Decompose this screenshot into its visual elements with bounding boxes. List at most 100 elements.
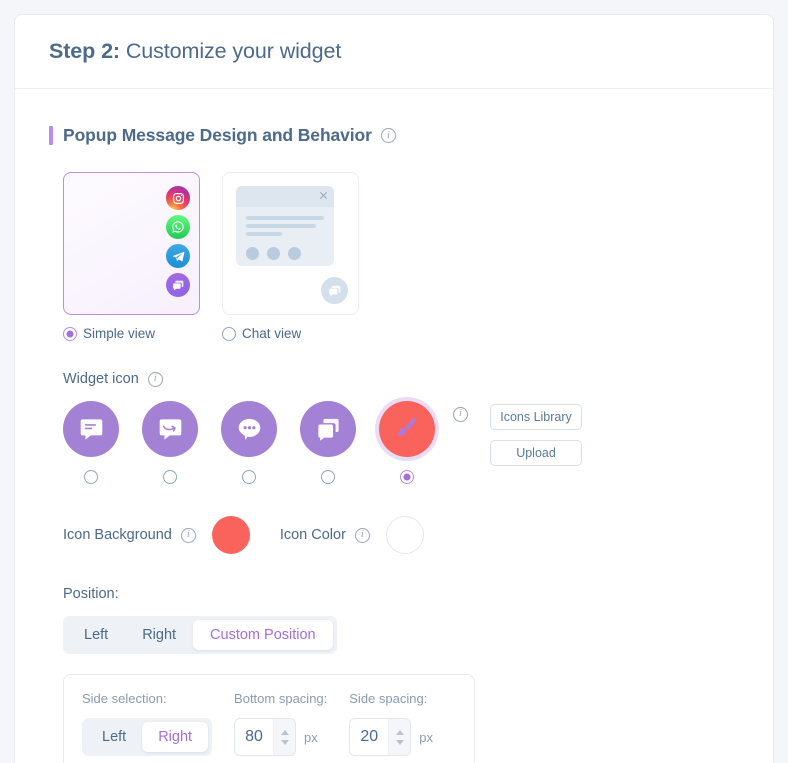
side-option-right[interactable]: Right — [142, 722, 209, 752]
icon-color-info-icon[interactable] — [354, 527, 370, 543]
page-title: Step 2: Customize your widget — [49, 39, 341, 64]
step-number-label: Step 2: — [49, 39, 120, 63]
widget-icon-radio-wrap-4[interactable] — [300, 470, 356, 484]
bottom-spacing-unit: px — [304, 729, 318, 745]
skeleton-line — [246, 232, 282, 236]
bottom-spacing-input[interactable] — [235, 728, 274, 746]
chat-view-preview-card[interactable] — [222, 172, 359, 315]
widget-icon-section-label: Widget icon — [15, 341, 773, 387]
simple-view-preview-card[interactable] — [63, 172, 200, 315]
social-icon-stack — [166, 186, 190, 297]
widget-icon-option-2[interactable] — [142, 401, 198, 484]
chevron-down-icon[interactable] — [280, 739, 289, 745]
view-preview-row: Simple view Chat view — [15, 146, 773, 341]
widget-icon-radio-5[interactable] — [400, 470, 414, 484]
icon-source-buttons: Icons Library Upload — [468, 404, 582, 466]
side-selection-group: Side selection: Left Right — [82, 691, 213, 756]
widget-icon-options — [63, 401, 435, 484]
bottom-spacing-group: Bottom spacing: px — [234, 691, 327, 756]
whatsapp-icon — [166, 215, 190, 239]
chat-arrow-icon[interactable] — [142, 401, 198, 457]
widget-icon-radio-wrap-3[interactable] — [221, 470, 277, 484]
chevron-up-icon[interactable] — [395, 729, 404, 735]
widget-icon-radio-4[interactable] — [321, 470, 335, 484]
widget-icon-radio-2[interactable] — [163, 470, 177, 484]
widget-icon-info-icon[interactable] — [147, 371, 163, 387]
skeleton-avatar — [267, 247, 280, 260]
widget-icon-radio-1[interactable] — [84, 470, 98, 484]
widget-icon-option-1[interactable] — [63, 401, 119, 484]
bottom-spacing-control: px — [234, 718, 327, 756]
side-spacing-input[interactable] — [350, 728, 389, 746]
chat-view-radio[interactable] — [222, 326, 236, 341]
chat-view-label: Chat view — [242, 326, 302, 341]
paintbrush-icon[interactable] — [379, 401, 435, 457]
custom-position-panel: Side selection: Left Right Bottom spacin… — [63, 674, 475, 763]
widget-icon-option-3[interactable] — [221, 401, 277, 484]
icon-background-label: Icon Background — [63, 527, 172, 543]
position-option-left[interactable]: Left — [67, 620, 125, 650]
section-info-icon[interactable] — [380, 128, 396, 143]
skeleton-line — [246, 216, 324, 220]
bottom-spacing-label: Bottom spacing: — [234, 691, 328, 706]
widget-chat-icon — [166, 273, 190, 297]
side-spacing-unit: px — [419, 729, 433, 745]
side-selection-segmented-control: Left Right — [82, 718, 213, 756]
upload-button[interactable]: Upload — [490, 440, 582, 466]
step-description-label: Customize your widget — [125, 39, 342, 63]
chevron-up-icon[interactable] — [280, 729, 289, 735]
chat-view-option[interactable]: Chat view — [222, 172, 359, 341]
widget-icon-radio-wrap-5[interactable] — [379, 470, 435, 484]
skeleton-avatar-row — [236, 240, 334, 260]
custom-icon-info-wrap — [435, 401, 468, 422]
side-spacing-label: Side spacing: — [349, 691, 428, 706]
telegram-icon — [166, 244, 190, 268]
section-heading: Popup Message Design and Behavior — [15, 89, 773, 146]
chevron-down-icon[interactable] — [395, 739, 404, 745]
icon-color-swatch[interactable] — [385, 516, 424, 554]
chat-view-radio-row[interactable]: Chat view — [222, 326, 359, 341]
widget-icon-radio-wrap-1[interactable] — [63, 470, 119, 484]
chat-skeleton — [236, 186, 334, 266]
widget-icon-option-4[interactable] — [300, 401, 356, 484]
bottom-spacing-spinner[interactable] — [273, 719, 296, 755]
icon-background-info-icon[interactable] — [180, 527, 196, 543]
position-option-right[interactable]: Right — [125, 620, 193, 650]
simple-view-radio[interactable] — [63, 326, 77, 341]
bottom-spacing-stepper[interactable] — [234, 718, 297, 756]
simple-view-option[interactable]: Simple view — [63, 172, 200, 341]
section-accent-bar — [49, 126, 53, 145]
skeleton-line — [246, 224, 316, 228]
side-selection-label: Side selection: — [82, 691, 167, 706]
position-segmented-control: Left Right Custom Position — [63, 616, 337, 654]
close-icon — [319, 191, 328, 200]
icon-color-row: Icon Background Icon Color — [15, 484, 773, 554]
position-label: Position: — [63, 586, 119, 602]
custom-icon-info-icon[interactable] — [453, 406, 468, 422]
widget-icon-option-5[interactable] — [379, 401, 435, 484]
chat-launcher-icon — [321, 277, 348, 304]
side-spacing-control: px — [349, 718, 433, 756]
position-option-custom[interactable]: Custom Position — [193, 620, 333, 650]
section-title-label: Popup Message Design and Behavior — [63, 125, 372, 145]
icon-color-label: Icon Color — [279, 527, 346, 543]
skeleton-avatar — [288, 247, 301, 260]
instagram-icon — [166, 186, 190, 210]
skeleton-avatar — [246, 247, 259, 260]
widget-icon-radio-wrap-2[interactable] — [142, 470, 198, 484]
widget-icon-radio-3[interactable] — [242, 470, 256, 484]
icon-background-swatch[interactable] — [211, 516, 250, 554]
simple-view-label: Simple view — [83, 326, 156, 341]
widget-icon-label-text: Widget icon — [63, 371, 139, 387]
widget-customize-card: Step 2: Customize your widget Popup Mess… — [14, 14, 774, 763]
chat-dots-icon[interactable] — [221, 401, 277, 457]
chat-stacked-icon[interactable] — [300, 401, 356, 457]
side-spacing-spinner[interactable] — [388, 719, 411, 755]
side-spacing-stepper[interactable] — [349, 718, 412, 756]
page-root: Step 2: Customize your widget Popup Mess… — [0, 0, 788, 763]
simple-view-radio-row[interactable]: Simple view — [63, 326, 200, 341]
icons-library-button[interactable]: Icons Library — [490, 404, 582, 430]
widget-icon-chooser: Icons Library Upload — [15, 387, 773, 484]
chat-lines-icon[interactable] — [63, 401, 119, 457]
side-option-left[interactable]: Left — [86, 722, 142, 752]
